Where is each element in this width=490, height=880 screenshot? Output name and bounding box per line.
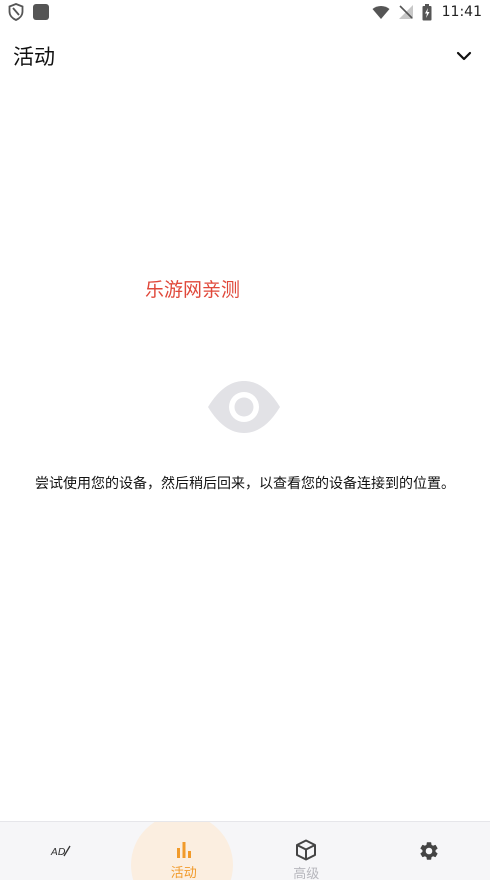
nav-label-advanced: 高级 [293, 867, 320, 880]
status-right: 11:41 [372, 3, 482, 21]
nav-item-settings[interactable] [368, 822, 490, 880]
dropdown-button[interactable] [452, 44, 476, 68]
app-square-icon [32, 3, 50, 21]
watermark-text: 乐游网亲测 [145, 279, 241, 301]
eye-icon [207, 380, 281, 434]
wifi-icon [372, 5, 390, 20]
app-bar: 活动 [0, 36, 490, 76]
status-time: 11:41 [441, 4, 482, 20]
page-title: 活动 [13, 45, 55, 69]
bar-chart-icon [172, 839, 196, 860]
nav-item-ad-block[interactable]: AD [0, 822, 123, 880]
ad-block-icon: AD [49, 839, 73, 863]
battery-charging-icon [422, 3, 432, 21]
svg-text:AD: AD [50, 847, 66, 858]
nav-label-activity: 活动 [170, 866, 197, 880]
no-signal-icon [398, 4, 414, 20]
activity-screen: 11:41 活动 乐游网亲测 尝试使用您的设备，然后稍后回来，以查看您的设备连接… [0, 0, 490, 880]
cube-icon [294, 839, 318, 861]
empty-state-message: 尝试使用您的设备，然后稍后回来，以查看您的设备连接到的位置。 [35, 476, 455, 492]
gear-icon [417, 839, 441, 863]
chevron-down-icon [456, 51, 472, 61]
bottom-navigation: AD 活动 高级 [0, 821, 490, 880]
nav-item-activity[interactable]: 活动 [123, 822, 246, 880]
status-left [8, 3, 50, 21]
status-bar: 11:41 [0, 0, 490, 24]
nav-item-advanced[interactable]: 高级 [245, 822, 368, 880]
shield-icon [8, 3, 24, 21]
